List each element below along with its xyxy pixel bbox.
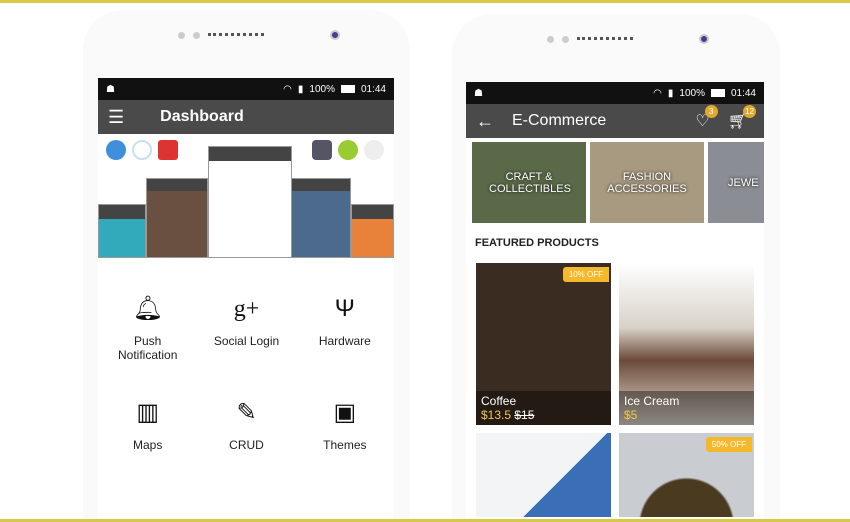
sd-card-icon: ▮ [297,83,304,95]
product-card-watch[interactable]: 50% OFF [619,433,754,517]
android-icon: ☗ [106,83,115,95]
android-icon: ☗ [474,87,483,99]
tech-logos-right [312,140,384,160]
item-label: Social Login [213,334,280,348]
phone-sensors [547,34,709,44]
pencil-icon: ✎ [236,399,257,426]
product-grid: 10% OFF Coffee $13.5 $15 Ice Cream $5 50% … [466,263,764,517]
page-title: E-Commerce [512,112,607,129]
product-name: Ice Cream [624,394,680,408]
menu-crud[interactable]: ✎ CRUD [197,398,295,452]
product-card-coffee[interactable]: 10% OFF Coffee $13.5 $15 [476,263,611,425]
item-label: Maps [133,438,163,452]
cart-button[interactable]: 🛒︎ 12 [728,105,756,131]
item-label: Hardware [318,334,371,348]
feature-grid: 🔔︎ Push Notification g+ Social Login Ψ Hard… [98,258,394,452]
product-price: $5 [624,408,638,422]
menu-social-login[interactable]: g+ Social Login [197,294,295,362]
category-label: CRAFT & COLLECTIBLES [489,170,571,195]
category-craft[interactable]: CRAFT & COLLECTIBLES [472,142,586,223]
easel-icon: ▣ [333,399,357,426]
product-old-price: $15 [514,408,535,422]
google-plus-icon: g+ [233,296,260,322]
menu-maps[interactable]: ▥ Maps [98,398,197,452]
wishlist-badge: 3 [704,105,718,118]
section-title: FEATURED PRODUCTS [475,237,599,249]
wishlist-button[interactable]: ♡ 3 [695,105,718,131]
cart-badge: 12 [743,105,756,118]
page-title: Dashboard [160,108,244,125]
ecommerce-screen: ☗ ◠ ▮ 100% 01:44 ← E-Commerce ♡ 3 🛒︎ 12 CRA… [466,82,764,522]
tech-logos [106,140,178,160]
menu-icon[interactable]: ☰ [108,107,124,128]
bell-icon: 🔔︎ [132,295,163,322]
phone-sensors [178,30,340,40]
screenshot-dashboard [208,146,292,258]
battery-icon [340,85,355,93]
dashboard-screen: ☗ ◠ ▮ 100% 01:44 ☰ Dashboard 🔔︎ Push Notif… [98,78,394,522]
screenshot-travel [291,178,351,258]
toolbar: ☰ Dashboard [98,100,394,134]
sd-card-icon: ▮ [667,87,674,99]
back-arrow-icon[interactable]: ← [476,111,494,132]
discount-badge: 50% OFF [705,437,752,452]
battery-icon [710,89,725,97]
status-bar: ☗ ◠ ▮ 100% 01:44 [466,82,764,104]
usb-icon: Ψ [334,295,355,322]
screenshot-social [98,204,146,258]
item-label: Themes [323,438,367,452]
menu-hardware[interactable]: Ψ Hardware [296,294,394,362]
screenshot-news [146,178,208,258]
menu-themes[interactable]: ▣ Themes [296,398,394,452]
clock: 01:44 [360,83,386,95]
category-carousel: CRAFT & COLLECTIBLES FASHION ACCESSORIES… [466,138,764,227]
product-price: $13.5 [481,408,512,422]
discount-badge: 10% OFF [562,267,609,282]
item-label: CRUD [229,438,264,452]
category-jewelry[interactable]: JEWE [708,142,764,223]
category-label: FASHION ACCESSORIES [607,170,687,195]
menu-push-notification[interactable]: 🔔︎ Push Notification [98,294,197,362]
category-fashion[interactable]: FASHION ACCESSORIES [590,142,704,223]
item-label: Push Notification [118,334,178,362]
map-icon: ▥ [136,399,160,426]
clock: 01:44 [730,87,756,99]
category-label: JEWE [728,176,759,189]
product-name: Coffee [481,394,517,408]
product-card-shoe[interactable] [476,433,611,517]
top-edge [0,0,850,3]
wifi-icon: ◠ [283,83,292,95]
wifi-icon: ◠ [653,87,662,99]
banner-collage [98,134,394,258]
toolbar: ← E-Commerce ♡ 3 🛒︎ 12 [466,104,764,138]
screenshot-app [351,204,394,258]
status-bar: ☗ ◠ ▮ 100% 01:44 [98,78,394,100]
battery-percent: 100% [309,83,335,95]
product-card-ice-cream[interactable]: Ice Cream $5 [619,263,754,425]
battery-percent: 100% [679,87,705,99]
